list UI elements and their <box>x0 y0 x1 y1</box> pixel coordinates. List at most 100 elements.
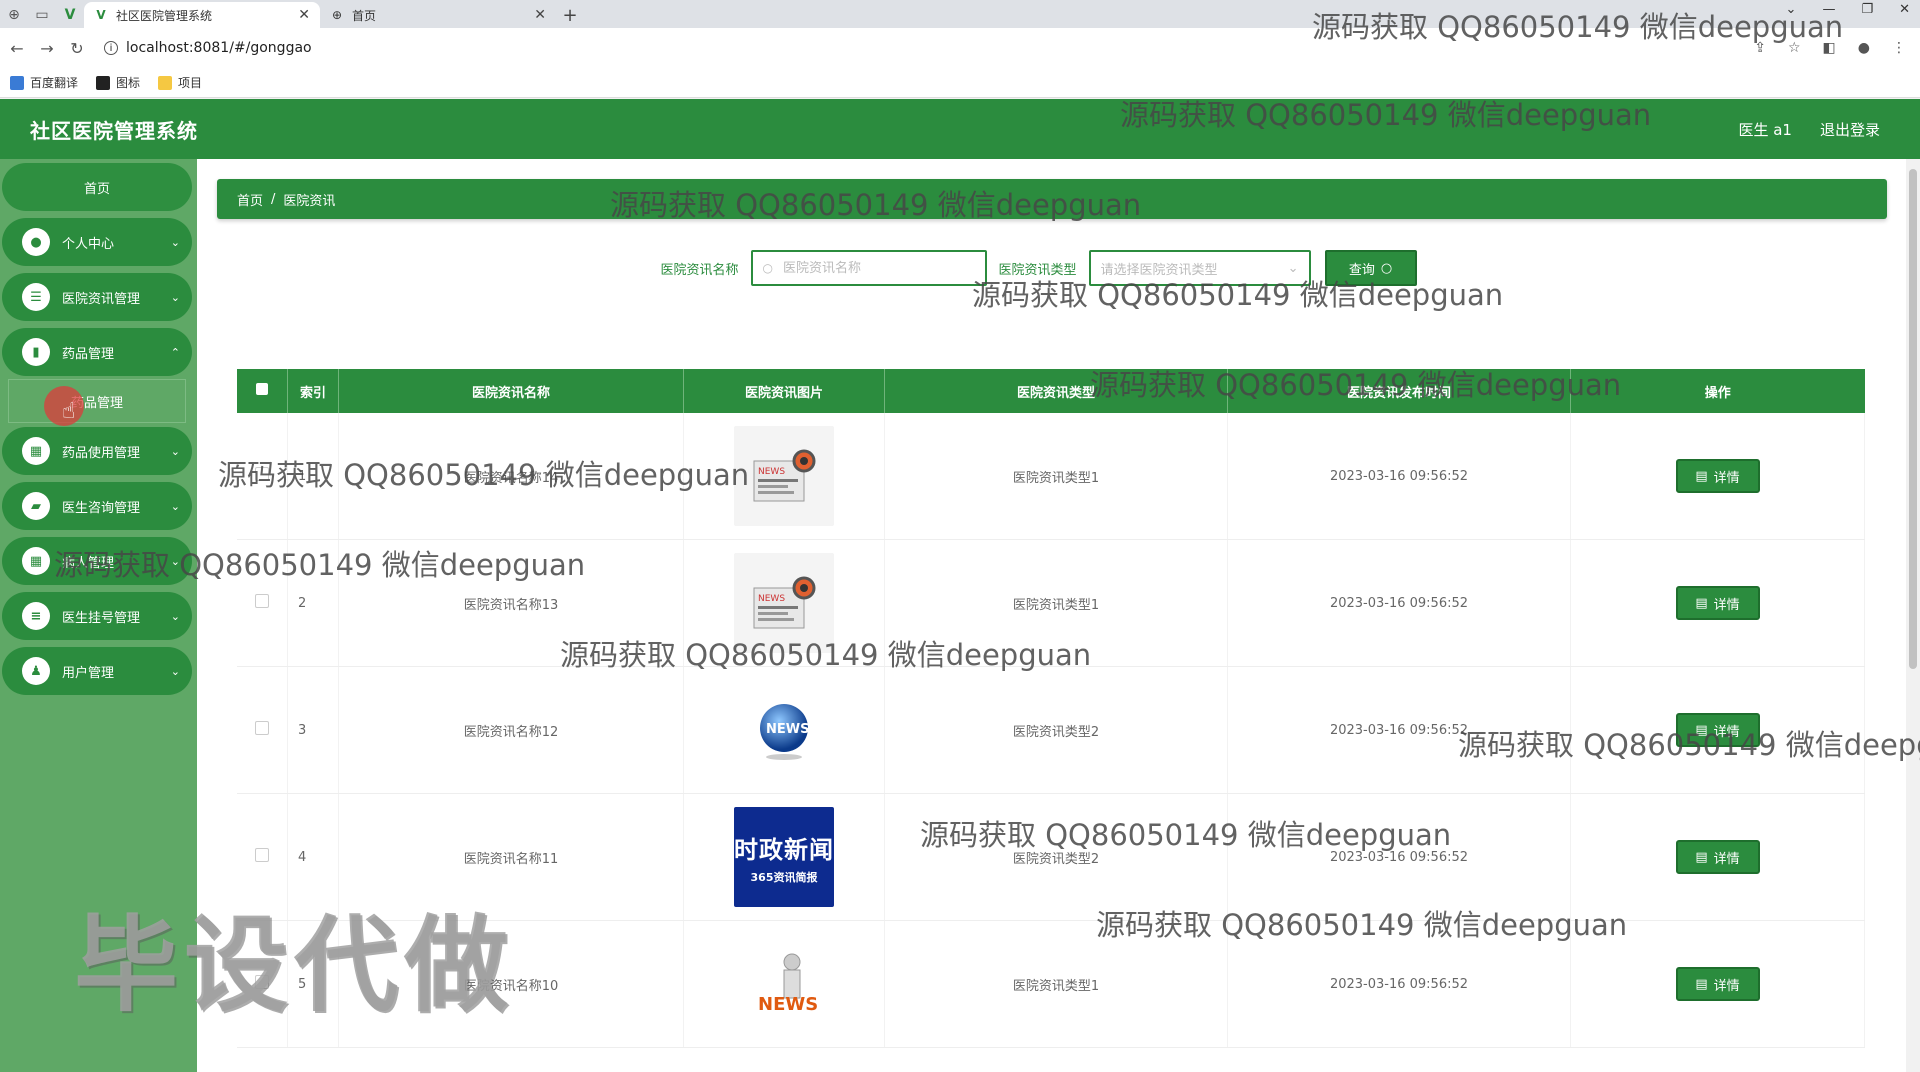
reload-icon[interactable]: ↻ <box>64 39 90 58</box>
sidebar-item-users[interactable]: ♟ 用户管理 ⌄ <box>2 647 192 695</box>
document-icon: ▤ <box>1695 468 1708 484</box>
bookmark-item[interactable]: 百度翻译 <box>10 74 78 91</box>
detail-button-label: 详情 <box>1713 851 1740 867</box>
sidebar-item-registration[interactable]: ≡ 医生挂号管理 ⌄ <box>2 592 192 640</box>
globe-thumbnail[interactable]: NEWS <box>734 680 834 780</box>
sidebar-item-drug-management[interactable]: ▮ 药品管理 ⌃ <box>2 328 192 376</box>
row-time: 2023-03-16 09:56:52 <box>1227 920 1571 1048</box>
chevron-down-icon: ⌄ <box>170 554 180 568</box>
sidebar-item-label: 用户管理 <box>62 665 115 681</box>
row-index: 1 <box>287 413 339 540</box>
sidebar-item-news-management[interactable]: ☰ 医院资讯管理 ⌄ <box>2 273 192 321</box>
sliders-icon: ☰ <box>22 283 50 311</box>
newspaper-thumbnail[interactable]: NEWS <box>734 426 834 526</box>
sidebar-item-drug-usage[interactable]: ▦ 药品使用管理 ⌄ <box>2 427 192 475</box>
browser-tab-strip: ⊕ ▭ V V 社区医院管理系统 ✕ ⊕ 首页 ✕ + ⌄ — ❐ ✕ <box>0 0 1920 28</box>
forward-icon[interactable]: → <box>34 39 60 58</box>
row-name: 医院资讯名称11 <box>338 793 684 921</box>
row-image-cell: NEWS <box>683 666 885 794</box>
window-controls: ⌄ — ❐ ✕ <box>1786 2 1910 17</box>
breadcrumb-home[interactable]: 首页 <box>237 190 263 209</box>
profile-icon[interactable]: ● <box>1858 40 1870 56</box>
chevron-down-icon: ⌄ <box>170 664 180 678</box>
star-icon[interactable]: ☆ <box>1788 40 1801 56</box>
close-window-icon[interactable]: ✕ <box>1899 2 1910 17</box>
browser-tab-active[interactable]: V 社区医院管理系统 ✕ <box>84 2 320 28</box>
row-image-cell: 时政新闻 365资讯简报 <box>683 793 885 921</box>
row-select-cell <box>237 666 288 794</box>
tab-blank-icon[interactable]: ▭ <box>28 2 56 28</box>
table-row: 3 医院资讯名称12 NEWS 医院资讯类型2 2023-03-16 09:56… <box>237 666 1865 794</box>
browser-tab-home[interactable]: ⊕ 首页 ✕ <box>320 2 556 28</box>
share-icon[interactable]: ⇪ <box>1754 40 1766 56</box>
sidebar-item-patients[interactable]: ▦ 病人管理 ⌄ <box>2 537 192 585</box>
chevron-down-icon[interactable]: ⌄ <box>1786 2 1797 17</box>
bookmark-item[interactable]: 项目 <box>158 74 202 91</box>
bookmark-item[interactable]: 图标 <box>96 74 140 91</box>
chevron-down-icon: ⌄ <box>1287 260 1299 276</box>
page-scrollbar[interactable] <box>1906 159 1920 1072</box>
row-select-cell <box>237 920 288 1048</box>
news-name-field[interactable]: ○ <box>750 250 987 286</box>
detail-button[interactable]: ▤ 详情 <box>1675 840 1760 874</box>
url-text: localhost:8081/#/gonggao <box>126 40 312 56</box>
tab-vue-icon[interactable]: V <box>56 2 84 28</box>
detail-button[interactable]: ▤ 详情 <box>1675 586 1760 620</box>
news-type-select[interactable]: 请选择医院资讯类型 ⌄ <box>1088 250 1311 286</box>
tab-title: 社区医院管理系统 <box>116 8 213 23</box>
row-type: 医院资讯类型2 <box>884 666 1228 794</box>
row-index: 5 <box>287 920 339 1048</box>
row-actions: ▤ 详情 <box>1570 666 1865 794</box>
row-image-cell: NEWS <box>683 413 885 540</box>
news-name-input[interactable] <box>780 259 955 277</box>
sidebar-item-home[interactable]: 首页 <box>2 163 192 211</box>
select-all-checkbox[interactable] <box>256 383 268 395</box>
row-checkbox[interactable] <box>255 467 269 481</box>
restore-icon[interactable]: ❐ <box>1861 2 1873 17</box>
logout-link[interactable]: 退出登录 <box>1820 119 1880 140</box>
column-header: 医院资讯类型 <box>884 369 1228 413</box>
row-checkbox[interactable] <box>255 975 269 989</box>
sidepanel-icon[interactable]: ◧ <box>1823 40 1836 56</box>
detail-button[interactable]: ▤ 详情 <box>1675 459 1760 493</box>
detail-button[interactable]: ▤ 详情 <box>1675 967 1760 1001</box>
newspaper-thumbnail[interactable]: NEWS <box>734 553 834 653</box>
chevron-down-icon: ⌄ <box>170 235 180 249</box>
row-checkbox[interactable] <box>255 594 269 608</box>
grid-icon: ▦ <box>22 437 50 465</box>
row-image-cell: NEWS <box>683 920 885 1048</box>
search-icon: ○ <box>762 261 773 275</box>
sidebar-subitem-drug[interactable]: 药品管理 <box>8 379 186 423</box>
sidebar-item-label: 医院资讯管理 <box>62 291 141 307</box>
row-actions: ▤ 详情 <box>1570 539 1865 667</box>
news-figure-thumbnail[interactable]: NEWS <box>734 934 834 1034</box>
news-banner-thumbnail[interactable]: 时政新闻 365资讯简报 <box>734 807 834 907</box>
row-checkbox[interactable] <box>255 721 269 735</box>
translate-icon <box>10 75 24 90</box>
close-tab-icon[interactable]: ✕ <box>534 7 546 23</box>
document-icon: ▤ <box>1695 595 1708 611</box>
new-tab-icon[interactable]: + <box>556 2 584 28</box>
detail-button-label: 详情 <box>1713 978 1740 994</box>
detail-button[interactable]: ▤ 详情 <box>1675 713 1760 747</box>
scrollbar-thumb[interactable] <box>1909 169 1917 669</box>
query-button[interactable]: 查询 ○ <box>1324 250 1417 286</box>
sidebar-item-consultation[interactable]: ▰ 医生咨询管理 ⌄ <box>2 482 192 530</box>
app-header: 社区医院管理系统 医生 a1 退出登录 <box>0 99 1920 159</box>
select-all-cell <box>237 369 288 413</box>
folder-icon <box>158 75 173 90</box>
search-form: 医院资讯名称 ○ 医院资讯类型 请选择医院资讯类型 ⌄ 查询 ○ <box>197 250 1920 286</box>
row-name: 医院资讯名称10 <box>338 920 684 1048</box>
chevron-down-icon: ⌄ <box>170 444 180 458</box>
row-checkbox[interactable] <box>255 848 269 862</box>
column-header: 医院资讯发布时间 <box>1227 369 1571 413</box>
sidebar-item-personal-center[interactable]: ● 个人中心 ⌄ <box>2 218 192 266</box>
tab-search-icon[interactable]: ⊕ <box>0 2 28 28</box>
menu-dots-icon[interactable]: ⋮ <box>1892 40 1906 56</box>
back-icon[interactable]: ← <box>4 39 30 58</box>
info-icon[interactable]: i <box>104 41 118 55</box>
close-tab-icon[interactable]: ✕ <box>298 7 310 23</box>
minimize-icon[interactable]: — <box>1822 2 1835 17</box>
url-field[interactable]: i localhost:8081/#/gonggao <box>104 40 312 56</box>
news-type-placeholder: 请选择医院资讯类型 <box>1100 262 1218 278</box>
